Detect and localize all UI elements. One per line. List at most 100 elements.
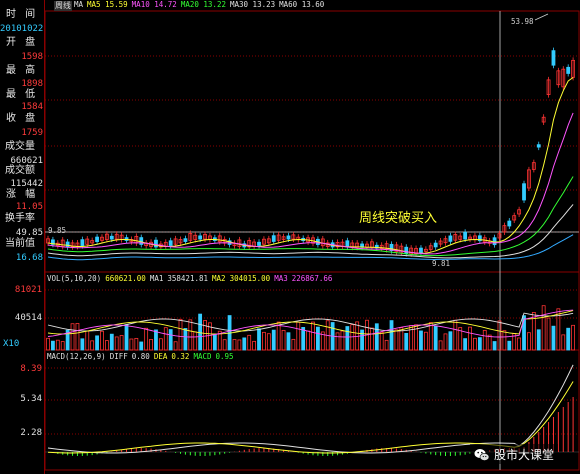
volume-bar-53 xyxy=(306,330,310,351)
volume-bar-10 xyxy=(95,335,99,351)
vol-legend-item-5: 304015.00 xyxy=(229,274,271,283)
watermark: 股市大课堂 xyxy=(470,444,559,464)
volume-bar-62 xyxy=(350,324,355,351)
volume-bar-0 xyxy=(46,337,50,351)
volume-bar-98 xyxy=(527,332,531,351)
volume-bar-20 xyxy=(144,327,149,351)
price-legend-item-5: MA60 13.60 xyxy=(279,0,325,9)
candle-body-10 xyxy=(95,236,99,242)
volume-bar-94 xyxy=(507,340,512,351)
candle-body-76 xyxy=(419,247,423,254)
time-value: 20101022 xyxy=(0,24,44,34)
low-label: 最 低 xyxy=(6,89,39,100)
macd-legend: MACD(12,26,9) DIFF 0.80 DEA 0.32 MACD 0.95 xyxy=(47,352,238,362)
volume-bar-6 xyxy=(75,323,80,351)
volume-bar-8 xyxy=(85,330,90,351)
volume-bar-18 xyxy=(134,337,139,351)
volume-bar-82 xyxy=(448,331,453,351)
current-label: 当前值 xyxy=(5,238,35,249)
vol-axis-top: 81021 xyxy=(14,285,42,295)
price-legend-item-0: MA xyxy=(74,0,84,9)
volume-bar-80 xyxy=(438,340,443,351)
volume-bar-24 xyxy=(163,327,168,351)
open-value: 1598 xyxy=(21,52,43,62)
volume-bar-61 xyxy=(345,326,350,351)
volume-bar-40 xyxy=(242,337,247,351)
macd-line-1 xyxy=(47,381,574,454)
macd-axis-top: 8.39 xyxy=(20,364,42,374)
volume-label: 成交量 xyxy=(5,141,35,152)
volume-bar-39 xyxy=(237,339,242,351)
volume-bar-105 xyxy=(561,334,566,351)
volume-bar-91 xyxy=(492,341,497,351)
candle-body-91 xyxy=(492,237,497,246)
breakout-annotation: 周线突破买入 xyxy=(359,211,438,226)
volume-bar-78 xyxy=(428,322,433,351)
price-panel-frame xyxy=(44,10,580,273)
volume-bar-107 xyxy=(571,324,575,351)
volume-bar-14 xyxy=(114,336,119,351)
ma-line-5 xyxy=(47,77,574,254)
volume-bar-51 xyxy=(296,321,301,351)
volume-bar-90 xyxy=(487,334,492,351)
candle-body-61 xyxy=(345,240,350,248)
volume-bar-3 xyxy=(60,341,65,351)
peak-price-label: 53.98 xyxy=(511,17,534,26)
vol-legend-item-4: MA2 xyxy=(212,274,226,283)
ma-line-10 xyxy=(47,112,574,255)
vol-legend-item-2: MA1 xyxy=(149,274,164,283)
volume-bar-15 xyxy=(119,335,124,351)
volume-bar-28 xyxy=(183,328,188,351)
candle-body-97 xyxy=(522,183,526,201)
volume-bar-102 xyxy=(546,317,551,351)
volume-bar-21 xyxy=(149,339,153,351)
volume-bar-79 xyxy=(433,325,438,351)
volume-bar-29 xyxy=(188,319,193,351)
tab-weekly[interactable]: 周线 xyxy=(54,1,72,11)
time-label: 时 间 xyxy=(6,9,39,20)
volume-bar-26 xyxy=(173,341,178,351)
vol-legend-item-7: 226867.66 xyxy=(291,274,333,283)
candle-body-82 xyxy=(448,235,453,242)
vol-legend-item-0: VOL(5,10,20) xyxy=(47,274,102,283)
volume-bar-73 xyxy=(404,332,409,351)
macd-legend-item-1: DIFF xyxy=(109,352,128,361)
volume-bar-54 xyxy=(311,321,315,351)
chart-canvas[interactable] xyxy=(0,0,580,474)
price-legend-item-1: MA5 15.59 xyxy=(87,0,128,9)
stock-chart-window: 时 间 20101022 开 盘 1598 最 高 1898 最 低 1584 … xyxy=(0,0,580,474)
volume-bar-9 xyxy=(90,340,95,351)
candle-body-106 xyxy=(566,66,571,74)
volume-bar-38 xyxy=(232,339,237,351)
volume-bar-103 xyxy=(551,325,556,351)
volume-bar-5 xyxy=(70,323,75,351)
quote-sidebar: 时 间 20101022 开 盘 1598 最 高 1898 最 低 1584 … xyxy=(0,0,45,474)
candle-body-31 xyxy=(198,235,203,240)
candle-body-7 xyxy=(80,239,85,246)
macd-legend-item-3: DEA xyxy=(153,352,168,361)
volume-bar-92 xyxy=(497,320,502,351)
low-value: 1584 xyxy=(21,102,43,112)
candle-body-43 xyxy=(257,241,261,246)
candle-body-73 xyxy=(404,246,409,254)
candle-body-25 xyxy=(168,240,173,246)
candle-body-79 xyxy=(433,242,438,248)
price-ma-legend: MA MA5 15.59 MA10 14.72 MA20 13.22 MA30 13.2… xyxy=(74,0,328,10)
volume-bar-49 xyxy=(286,332,291,351)
volume-bar-46 xyxy=(271,329,276,351)
volume-bar-106 xyxy=(566,327,571,351)
candle-body-94 xyxy=(507,220,512,227)
macd-legend-item-6: 0.95 xyxy=(215,352,234,361)
volume-bar-42 xyxy=(252,340,257,351)
macd-axis-low: 2.28 xyxy=(20,428,42,438)
volume-bar-36 xyxy=(222,339,227,351)
volume-bar-64 xyxy=(360,329,364,351)
volume-bar-86 xyxy=(468,326,472,351)
volume-bar-48 xyxy=(281,329,286,351)
macd-legend-item-2: 0.80 xyxy=(131,352,150,361)
volume-legend: VOL(5,10,20) 660621.00 MA1 358421.81 MA2 3040… xyxy=(47,274,336,284)
volume-bar-59 xyxy=(335,332,340,351)
macd-legend-item-5: MACD xyxy=(193,352,212,361)
macd-legend-item-4: 0.32 xyxy=(171,352,190,361)
volume-bar-55 xyxy=(316,326,320,351)
